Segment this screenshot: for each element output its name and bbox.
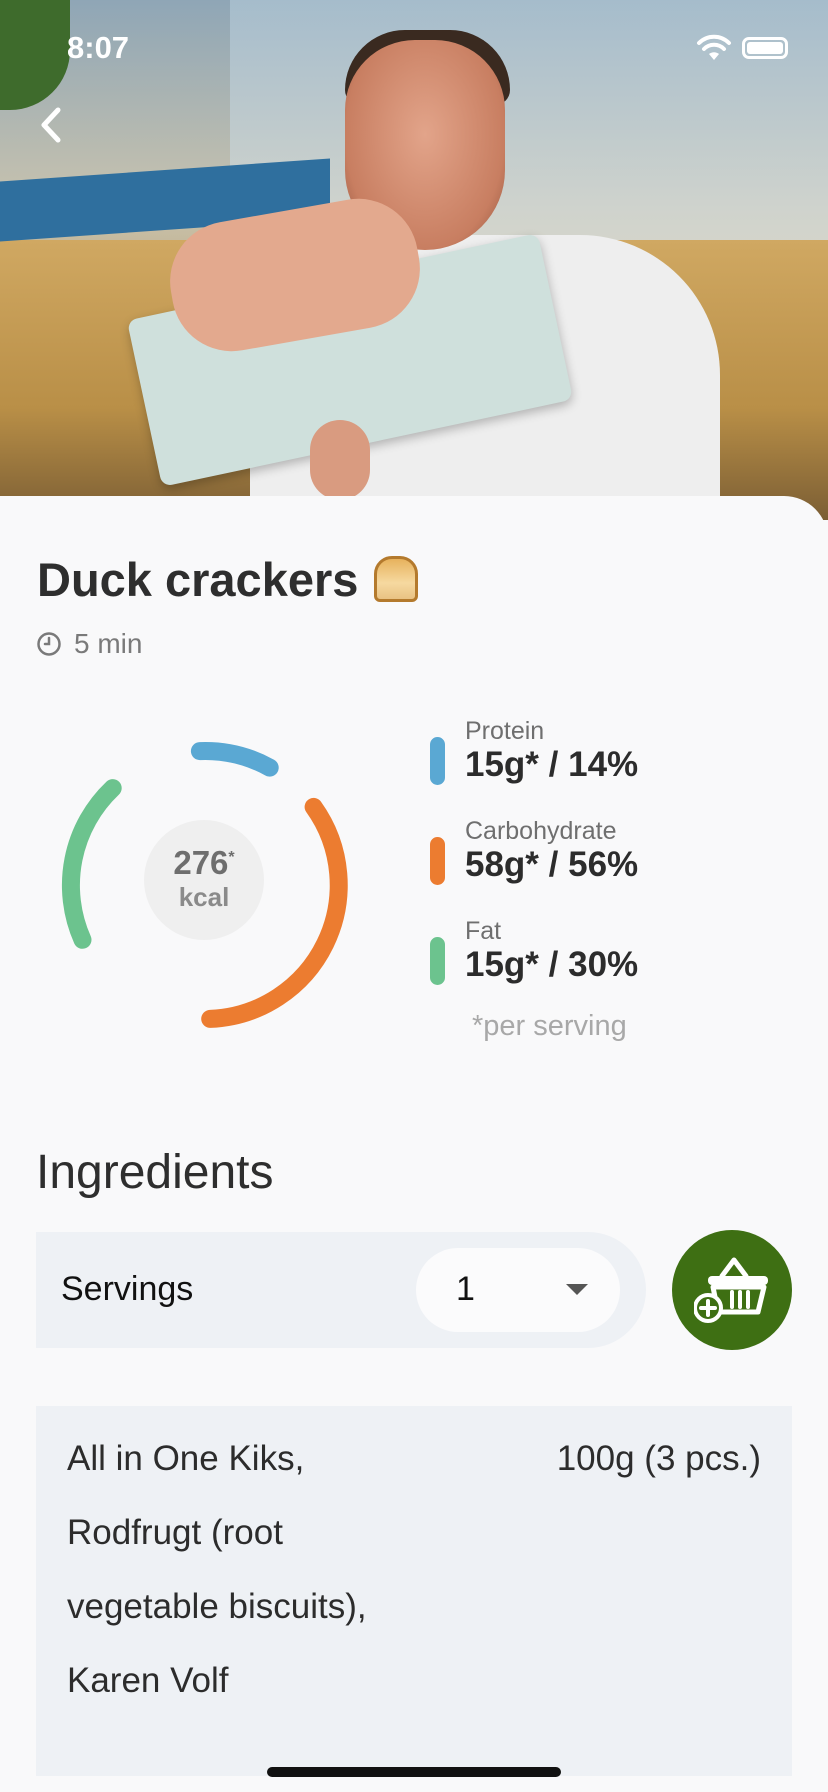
ingredient-amount: 100g (3 pcs.)	[556, 1439, 761, 1478]
macro-value: 15g* / 30%	[465, 945, 639, 984]
macro-label: Carbohydrate	[465, 817, 617, 845]
macro-value: 58g* / 56%	[465, 845, 639, 884]
status-bar: 8:07	[0, 0, 828, 100]
add-to-basket-icon	[694, 1257, 768, 1323]
wifi-icon	[697, 34, 731, 60]
protein-color-bar	[430, 737, 445, 785]
carbohydrate-color-bar	[430, 837, 445, 885]
bread-emoji-icon	[374, 556, 419, 602]
fat-color-bar	[430, 937, 445, 985]
chevron-left-icon	[41, 107, 61, 143]
kcal-unit: kcal	[178, 882, 230, 912]
kcal-asterisk: *	[228, 849, 235, 866]
recipe-title-text: Duck crackers	[37, 553, 359, 606]
kcal-value: 276	[173, 844, 229, 881]
ingredient-list: All in One Kiks, Rodfrugt (root vegetabl…	[36, 1406, 792, 1776]
ingredients-heading: Ingredients	[36, 1146, 274, 1199]
servings-value: 1	[456, 1270, 475, 1308]
clock-icon	[37, 632, 61, 656]
macro-label: Fat	[465, 917, 502, 945]
home-indicator[interactable]	[267, 1767, 561, 1777]
recipe-title: Duck crackers	[37, 552, 419, 607]
per-serving-note: *per serving	[472, 1010, 627, 1042]
add-to-basket-button[interactable]	[672, 1230, 792, 1350]
kcal-badge: 276* kcal	[144, 820, 264, 940]
servings-label: Servings	[61, 1270, 194, 1308]
chevron-down-icon	[566, 1284, 588, 1295]
macro-value: 15g* / 14%	[465, 745, 639, 784]
macro-label: Protein	[465, 717, 545, 745]
recipe-duration: 5 min	[36, 628, 142, 660]
status-time: 8:07	[67, 30, 130, 65]
donut-fat-arc	[61, 779, 122, 949]
battery-icon	[742, 37, 788, 59]
servings-row: Servings 1	[36, 1232, 646, 1348]
servings-select[interactable]: 1	[416, 1248, 620, 1332]
duration-text: 5 min	[74, 628, 143, 659]
donut-protein-arc	[190, 742, 279, 777]
back-button[interactable]	[30, 102, 76, 148]
ingredient-name: All in One Kiks, Rodfrugt (root vegetabl…	[67, 1439, 367, 1700]
